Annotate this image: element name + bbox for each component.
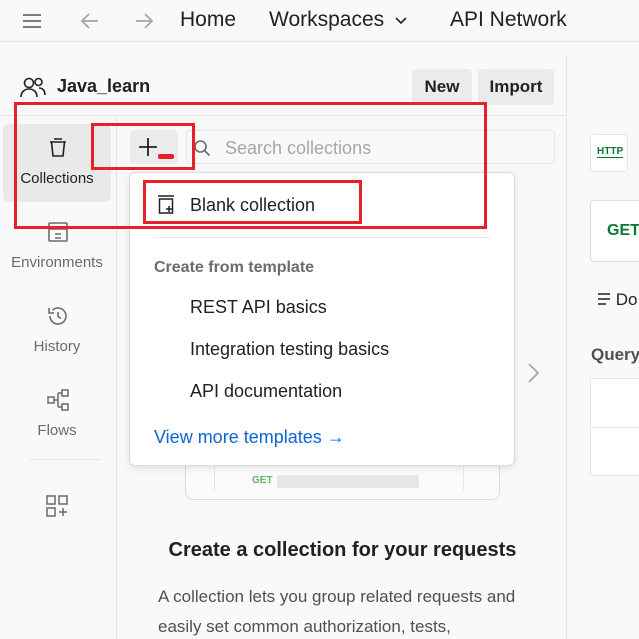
rail-item-history[interactable]: History [3,294,111,372]
query-params-table [590,378,639,476]
rail-label: Flows [37,422,77,439]
chevron-down-icon [395,17,407,25]
team-icon [20,77,46,98]
illustration-bar [277,475,419,488]
workspace-name[interactable]: Java_learn [57,76,150,97]
search-icon [194,140,211,157]
workspace-header: Java_learn New Import [0,56,566,116]
workspaces-menu[interactable]: Workspaces [269,8,407,32]
back-arrow-icon[interactable] [79,10,101,32]
import-button[interactable]: Import [478,69,554,105]
plus-icon [139,138,157,156]
view-more-templates-link[interactable]: View more templates → [154,427,345,448]
create-collection-menu: Blank collection Create from template RE… [129,172,515,466]
empty-state-title: Create a collection for your requests [168,539,517,561]
environments-icon [48,222,68,242]
collections-icon [50,138,66,157]
empty-state-body: A collection lets you group related requ… [158,587,516,636]
illustration-method: GET [252,475,273,486]
chevron-right-icon[interactable] [524,360,542,386]
http-request-icon[interactable]: HTTP [590,134,628,172]
menu-section-heading: Create from template [154,259,315,276]
new-button[interactable]: New [412,69,472,105]
docs-icon [598,293,610,305]
template-api-documentation[interactable]: API documentation [190,381,342,402]
query-params-label: Query [591,345,639,364]
method-selector[interactable]: GET [590,200,639,262]
rail-label: Environments [11,254,103,271]
home-link[interactable]: Home [180,8,236,32]
annotation-underline-mark [158,154,174,159]
search-input[interactable]: Search collections [225,138,371,159]
template-rest-api-basics[interactable]: REST API basics [190,297,327,318]
menu-separator [154,237,490,238]
flows-icon [47,389,69,411]
method-label: GET [607,222,639,239]
rail-label: History [33,338,81,355]
api-network-link[interactable]: API Network [450,8,567,32]
configure-sidebar-icon[interactable] [45,494,69,518]
rail-item-flows[interactable]: Flows [3,378,111,456]
rail-label: Collections [20,170,94,187]
rail-divider [30,459,100,460]
table-divider [591,427,639,428]
docs-label: Do [615,290,638,309]
panel-divider [566,56,567,639]
blank-collection-icon [158,195,174,214]
menu-icon[interactable] [21,10,43,32]
rail-item-environments[interactable]: Environments [3,210,111,288]
rail-item-collections[interactable]: Collections [3,124,111,202]
search-collections[interactable]: Search collections [186,130,555,164]
template-integration-testing[interactable]: Integration testing basics [190,339,389,360]
top-bar: Home Workspaces API Network [0,0,639,42]
history-icon [48,307,67,325]
blank-collection-item[interactable]: Blank collection [190,195,315,216]
docs-tab[interactable]: Do [597,290,637,310]
forward-arrow-icon[interactable] [133,10,155,32]
workspaces-label: Workspaces [269,8,385,31]
http-icon-label: HTTP [597,146,624,158]
